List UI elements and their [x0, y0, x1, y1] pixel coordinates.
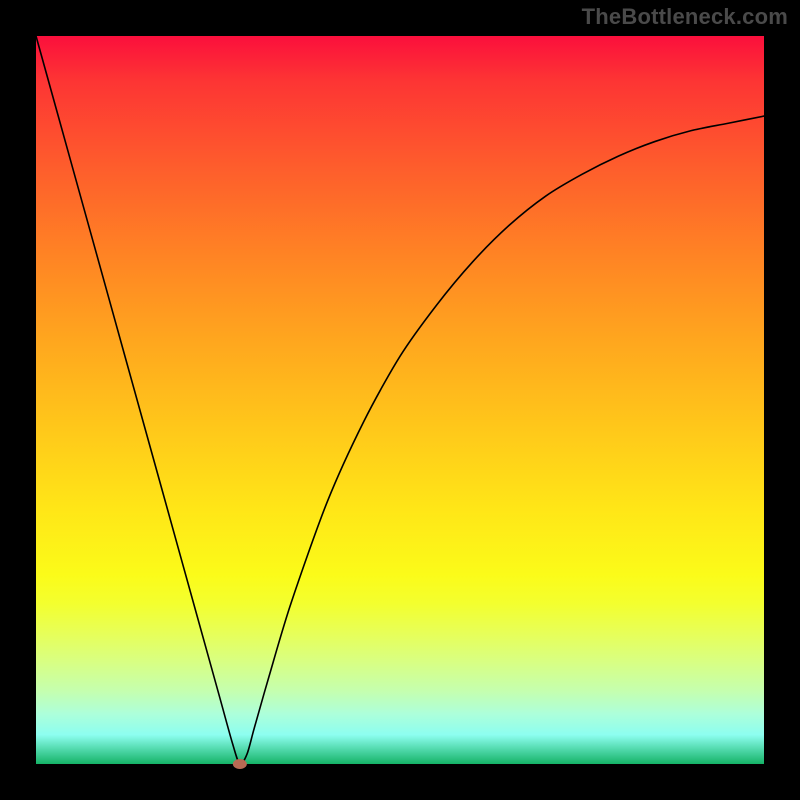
- chart-plot-area: [36, 36, 764, 764]
- chart-svg: [36, 36, 764, 764]
- bottleneck-curve: [36, 36, 764, 764]
- watermark-text: TheBottleneck.com: [582, 4, 788, 30]
- optimal-point-marker: [233, 759, 247, 769]
